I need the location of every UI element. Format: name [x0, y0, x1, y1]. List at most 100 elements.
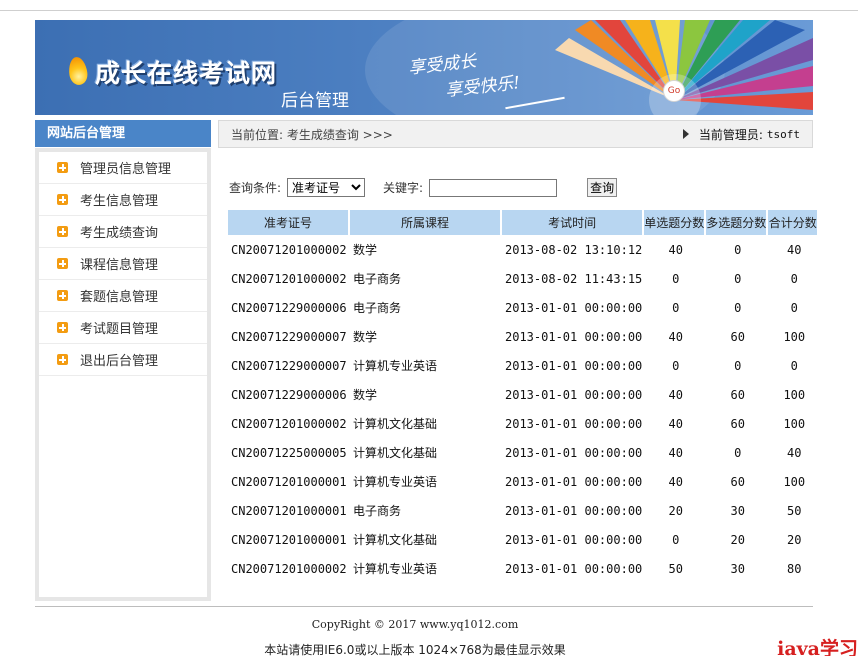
resolution-note: 本站请使用IE6.0或以上版本 1024×768为最佳显示效果 [264, 643, 566, 656]
sidebar-item-paper-set[interactable]: 套题信息管理 [39, 280, 207, 312]
cell-single-score: 0 [672, 300, 680, 315]
cell-exam-id: CN20071201000002 [231, 416, 347, 431]
admin-name: tsoft [766, 127, 800, 141]
cell-multi-score: 0 [734, 300, 742, 315]
sidebar-item-student-info[interactable]: 考生信息管理 [39, 184, 207, 216]
table-row: CN20071229000007 数学 2013-01-01 00:00:00 … [228, 322, 817, 351]
table-row: CN20071225000005 计算机文化基础 2013-01-01 00:0… [228, 438, 817, 467]
cell-course: 计算机文化基础 [353, 446, 438, 460]
sidebar-item-label: 考生信息管理 [80, 194, 159, 209]
cell-multi-score: 60 [730, 474, 745, 489]
cell-exam-time: 2013-08-02 13:10:12 [505, 242, 643, 257]
col-header-exam-time: 考试时间 [502, 210, 643, 235]
cell-single-score: 40 [668, 445, 683, 460]
plus-square-icon [57, 226, 68, 237]
cell-total-score: 100 [783, 387, 806, 402]
col-header-multi-score: 多选题分数 [706, 210, 766, 235]
table-row: CN20071201000002 电子商务 2013-08-02 11:43:1… [228, 264, 817, 293]
cell-single-score: 40 [668, 242, 683, 257]
condition-label: 查询条件: [229, 181, 282, 195]
cell-exam-time: 2013-01-01 00:00:00 [505, 503, 643, 518]
cell-single-score: 0 [672, 271, 680, 286]
sidebar-item-course-info[interactable]: 课程信息管理 [39, 248, 207, 280]
cell-exam-id: CN20071201000001 [231, 474, 347, 489]
cell-course: 计算机专业英语 [353, 562, 438, 576]
cell-multi-score: 30 [730, 503, 745, 518]
cell-multi-score: 0 [734, 271, 742, 286]
sidebar-item-admin-info[interactable]: 管理员信息管理 [39, 152, 207, 184]
cell-exam-id: CN20071201000001 [231, 503, 347, 518]
cell-exam-time: 2013-08-02 11:43:15 [505, 271, 643, 286]
plus-square-icon [57, 194, 68, 205]
cell-single-score: 40 [668, 329, 683, 344]
admin-label: 当前管理员: [698, 127, 763, 142]
sidebar-item-label: 套题信息管理 [80, 290, 159, 305]
watermark-text: iava学习 [777, 638, 858, 656]
cell-total-score: 20 [787, 532, 802, 547]
sidebar: 管理员信息管理 考生信息管理 考生成绩查询 课程信息管理 套题信息管理 考试题目… [35, 148, 211, 601]
keyword-input[interactable] [429, 178, 558, 197]
plus-square-icon [57, 354, 68, 365]
cell-exam-id: CN20071201000002 [231, 242, 347, 257]
cell-single-score: 50 [668, 561, 683, 576]
cell-total-score: 100 [783, 329, 806, 344]
header-banner: 成长在线考试网 后台管理 享受成长 享受快乐! Go [35, 20, 813, 115]
cell-single-score: 40 [668, 416, 683, 431]
cell-total-score: 100 [783, 416, 806, 431]
copyright-text: CopyRight © 2017 www.yq1012.com [311, 618, 519, 631]
cell-exam-time: 2013-01-01 00:00:00 [505, 416, 643, 431]
table-row: CN20071229000006 电子商务 2013-01-01 00:00:0… [228, 293, 817, 322]
footer-divider [35, 606, 813, 607]
cell-exam-time: 2013-01-01 00:00:00 [505, 445, 643, 460]
cell-exam-id: CN20071229000007 [231, 329, 347, 344]
plus-square-icon [57, 322, 68, 333]
cell-single-score: 40 [668, 387, 683, 402]
top-divider [0, 10, 858, 11]
cell-multi-score: 20 [730, 532, 745, 547]
cell-multi-score: 30 [730, 561, 745, 576]
table-row: CN20071229000007 计算机专业英语 2013-01-01 00:0… [228, 351, 817, 380]
cell-exam-id: CN20071225000005 [231, 445, 347, 460]
table-row: CN20071201000002 数学 2013-08-02 13:10:12 … [228, 235, 817, 264]
cell-multi-score: 0 [734, 445, 742, 460]
sidebar-item-logout[interactable]: 退出后台管理 [39, 344, 207, 376]
cell-course: 计算机专业英语 [353, 475, 438, 489]
col-header-single-score: 单选题分数 [644, 210, 704, 235]
cell-exam-id: CN20071229000006 [231, 387, 347, 402]
cell-course: 数学 [353, 330, 378, 344]
cell-exam-time: 2013-01-01 00:00:00 [505, 358, 643, 373]
cell-single-score: 20 [668, 503, 683, 518]
cell-course: 电子商务 [353, 504, 402, 518]
table-row: CN20071201000001 计算机文化基础 2013-01-01 00:0… [228, 525, 817, 554]
cell-single-score: 0 [672, 358, 680, 373]
sidebar-item-question-manage[interactable]: 考试题目管理 [39, 312, 207, 344]
plus-square-icon [57, 162, 68, 173]
table-row: CN20071201000002 计算机文化基础 2013-01-01 00:0… [228, 409, 817, 438]
cell-total-score: 80 [787, 561, 802, 576]
condition-select[interactable]: 准考证号 [287, 178, 366, 197]
cell-exam-time: 2013-01-01 00:00:00 [505, 329, 643, 344]
cell-exam-time: 2013-01-01 00:00:00 [505, 474, 643, 489]
sidebar-item-score-query[interactable]: 考生成绩查询 [39, 216, 207, 248]
sidebar-item-label: 课程信息管理 [80, 258, 159, 273]
location-bar: 当前位置: 考生成绩查询 >>> 当前管理员: tsoft [218, 120, 813, 148]
cell-multi-score: 0 [734, 358, 742, 373]
breadcrumb: 当前位置: 考生成绩查询 >>> [231, 127, 393, 142]
table-row: CN20071201000002 计算机专业英语 2013-01-01 00:0… [228, 554, 817, 583]
cell-total-score: 100 [783, 474, 806, 489]
cell-course: 计算机专业英语 [353, 359, 438, 373]
pencils-illustration [555, 20, 813, 115]
score-table: 准考证号 所属课程 考试时间 单选题分数 多选题分数 合计分数 CN200712… [226, 210, 819, 583]
sidebar-item-label: 退出后台管理 [80, 354, 159, 369]
cell-total-score: 40 [787, 242, 802, 257]
cell-total-score: 0 [790, 300, 798, 315]
table-row: CN20071229000006 数学 2013-01-01 00:00:00 … [228, 380, 817, 409]
cell-exam-id: CN20071229000006 [231, 300, 347, 315]
query-button[interactable]: 查询 [587, 178, 618, 197]
cell-single-score: 0 [672, 532, 680, 547]
cell-multi-score: 60 [730, 387, 745, 402]
keyword-label: 关键字: [383, 181, 424, 195]
table-header-row: 准考证号 所属课程 考试时间 单选题分数 多选题分数 合计分数 [228, 210, 818, 235]
cell-single-score: 40 [668, 474, 683, 489]
cell-course: 数学 [353, 388, 378, 402]
